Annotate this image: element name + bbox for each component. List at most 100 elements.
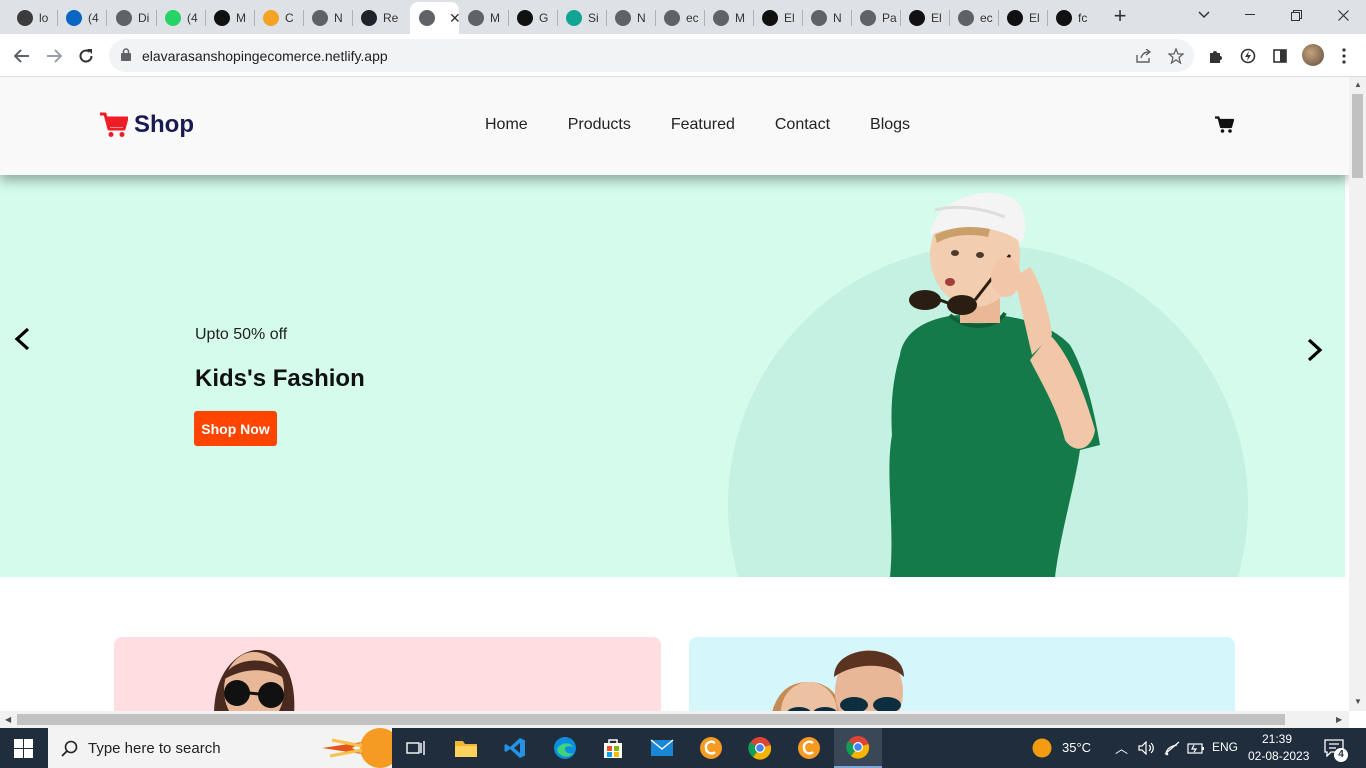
taskbar-search-placeholder: Type here to search: [88, 740, 221, 757]
bookmark-button[interactable]: [1166, 46, 1186, 66]
weather-temperature[interactable]: 35°C: [1062, 740, 1091, 755]
restore-button[interactable]: [1273, 0, 1319, 30]
browser-tab[interactable]: Di: [107, 4, 156, 32]
share-icon: [1136, 49, 1152, 63]
coin-app[interactable]: [687, 728, 735, 768]
clock-time[interactable]: 21:39: [1262, 732, 1292, 746]
slider-prev-icon[interactable]: [11, 327, 35, 351]
vertical-scrollbar[interactable]: ▲ ▼: [1349, 77, 1366, 711]
site-logo[interactable]: Shop: [100, 111, 194, 139]
globe-icon: [615, 10, 631, 26]
tab-search-button[interactable]: [1181, 0, 1227, 30]
tab-title: El: [1029, 11, 1040, 25]
nav-featured[interactable]: Featured: [671, 116, 735, 134]
scroll-left-icon[interactable]: ◀: [5, 715, 11, 724]
star-icon: [1168, 48, 1184, 64]
browser-tab[interactable]: N: [606, 4, 655, 32]
clock-date[interactable]: 02-08-2023: [1248, 749, 1309, 763]
browser-tab[interactable]: M: [205, 4, 254, 32]
nav-products[interactable]: Products: [568, 116, 631, 134]
browser-tab[interactable]: El: [753, 4, 802, 32]
browser-tab[interactable]: N: [802, 4, 851, 32]
scroll-right-icon[interactable]: ▶: [1336, 715, 1342, 724]
page-viewport: Shop Home Products Featured Contact Blog…: [0, 77, 1349, 711]
wifi-icon[interactable]: [1163, 740, 1181, 756]
url-text: elavarasanshopingecomerce.netlify.app: [142, 48, 388, 64]
coin-app-2[interactable]: [785, 728, 833, 768]
profile-avatar[interactable]: [1302, 44, 1324, 66]
chrome-app-active[interactable]: [834, 728, 882, 768]
extension-bolt-icon: [1240, 48, 1256, 64]
browser-tab[interactable]: ec: [655, 4, 704, 32]
browser-tab[interactable]: Re: [352, 4, 410, 32]
close-window-button[interactable]: [1320, 0, 1366, 30]
extension-button[interactable]: [1238, 46, 1258, 66]
restore-icon: [1290, 9, 1302, 21]
nav-blogs[interactable]: Blogs: [870, 116, 910, 134]
browser-tab[interactable]: lo: [8, 4, 57, 32]
minimize-button[interactable]: [1227, 0, 1273, 30]
mail-app[interactable]: [638, 728, 686, 768]
close-tab-icon[interactable]: ✕: [449, 10, 459, 27]
browser-tab[interactable]: C: [254, 4, 303, 32]
browser-tab-strip: lo (4 Di (4 M C N Re ✕ M G Si Nec M El N Pa El ec El fc: [0, 0, 1366, 34]
browser-tab[interactable]: ✕: [410, 2, 459, 34]
weather-sun-icon[interactable]: [1032, 738, 1052, 758]
chrome-icon: [748, 737, 772, 760]
browser-tab[interactable]: (4: [57, 4, 106, 32]
task-view-button[interactable]: [392, 728, 440, 768]
forward-button[interactable]: [41, 43, 67, 69]
shop-now-button[interactable]: Shop Now: [194, 411, 277, 446]
browser-tab[interactable]: (4: [156, 4, 205, 32]
volume-icon[interactable]: [1138, 741, 1156, 755]
new-tab-button[interactable]: +: [1109, 5, 1131, 27]
side-panel-button[interactable]: [1270, 46, 1290, 66]
browser-tab[interactable]: Pa: [851, 4, 900, 32]
browser-menu-button[interactable]: [1334, 46, 1354, 66]
browser-tab[interactable]: fc: [1047, 4, 1096, 32]
taskbar-search-box[interactable]: Type here to search: [48, 728, 392, 768]
browser-tab[interactable]: M: [704, 4, 753, 32]
file-explorer-app[interactable]: [442, 728, 490, 768]
scroll-up-icon[interactable]: ▲: [1354, 80, 1362, 89]
couple-model-image: [772, 650, 904, 711]
browser-tab[interactable]: G: [508, 4, 557, 32]
battery-icon[interactable]: [1187, 741, 1205, 755]
promo-card-women[interactable]: [114, 637, 661, 711]
scroll-down-icon[interactable]: ▼: [1354, 697, 1362, 706]
browser-tab[interactable]: ec: [949, 4, 998, 32]
cart-icon[interactable]: [1215, 116, 1234, 133]
address-bar[interactable]: elavarasanshopingecomerce.netlify.app: [109, 39, 1194, 72]
chrome-icon: [312, 10, 328, 26]
globe-icon: [811, 10, 827, 26]
browser-tab[interactable]: M: [459, 4, 508, 32]
chrome-app[interactable]: [736, 728, 784, 768]
vscode-app[interactable]: [491, 728, 539, 768]
reload-button[interactable]: [73, 43, 99, 69]
promo-card-couple[interactable]: [689, 637, 1235, 711]
browser-tab[interactable]: Si: [557, 4, 606, 32]
edge-app[interactable]: [541, 728, 589, 768]
horizontal-scroll-thumb[interactable]: [17, 714, 1285, 725]
language-indicator[interactable]: ENG: [1212, 740, 1238, 754]
search-icon: [61, 740, 78, 757]
side-panel-icon: [1273, 49, 1287, 63]
tab-title: G: [539, 11, 549, 25]
nav-home[interactable]: Home: [485, 116, 528, 134]
windows-start-icon[interactable]: [14, 739, 33, 758]
tray-expand-icon[interactable]: ︿: [1115, 738, 1128, 757]
tab-title: M: [236, 11, 246, 25]
back-button[interactable]: [9, 43, 35, 69]
tab-title: El: [784, 11, 795, 25]
arrow-left-icon: [14, 49, 29, 63]
horizontal-scrollbar[interactable]: ◀ ▶: [0, 711, 1349, 728]
browser-tab[interactable]: El: [900, 4, 949, 32]
browser-tab[interactable]: N: [303, 4, 352, 32]
nav-contact[interactable]: Contact: [775, 116, 830, 134]
slider-next-icon[interactable]: [1302, 338, 1326, 362]
share-button[interactable]: [1134, 46, 1154, 66]
browser-tab[interactable]: El: [998, 4, 1047, 32]
vertical-scroll-thumb[interactable]: [1352, 94, 1363, 178]
microsoft-store-app[interactable]: [589, 728, 637, 768]
extensions-button[interactable]: [1206, 46, 1226, 66]
